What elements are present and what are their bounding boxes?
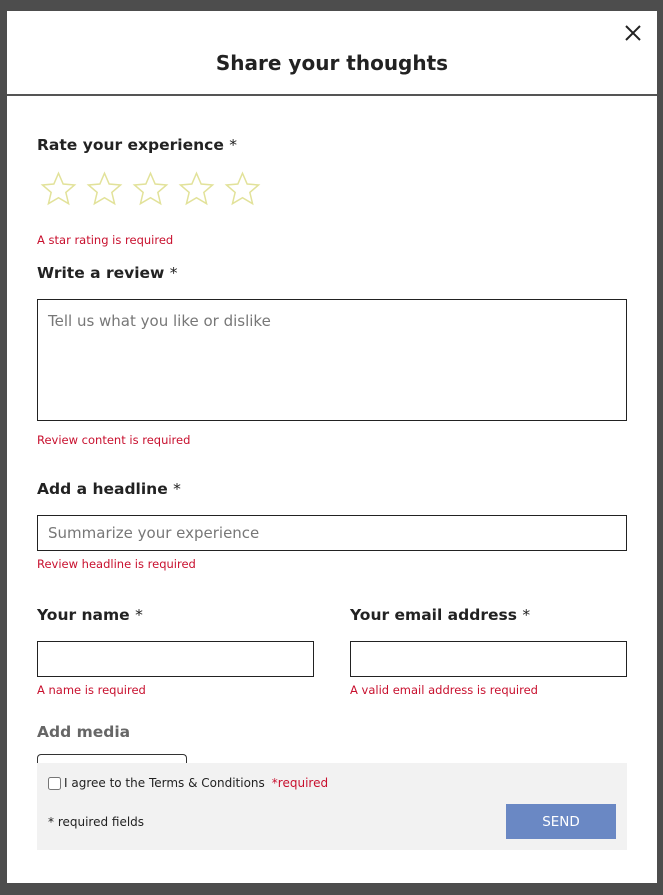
review-textarea[interactable]: [37, 299, 627, 421]
media-label: Add media: [37, 723, 131, 741]
review-modal: Share your thoughts Rate your experience…: [7, 11, 657, 883]
headline-error: Review headline is required: [37, 557, 196, 571]
rating-error: A star rating is required: [37, 233, 174, 247]
email-input[interactable]: [350, 641, 627, 677]
star-icon[interactable]: [40, 171, 77, 207]
email-label: Your email address *: [350, 606, 531, 624]
terms-required: *required: [271, 776, 329, 790]
review-error: Review content is required: [37, 433, 191, 447]
star-icon[interactable]: [132, 171, 169, 207]
close-icon[interactable]: [623, 23, 643, 43]
star-icon[interactable]: [178, 171, 215, 207]
required-note: * required fields: [48, 815, 145, 829]
modal-title: Share your thoughts: [215, 51, 449, 75]
star-rating[interactable]: [40, 171, 261, 207]
divider: [7, 94, 657, 96]
name-error: A name is required: [37, 683, 146, 697]
star-icon[interactable]: [224, 171, 261, 207]
terms-checkbox-label[interactable]: I agree to the Terms & Conditions *requi…: [48, 776, 328, 790]
review-label: Write a review *: [37, 264, 178, 282]
rating-label: Rate your experience *: [37, 136, 238, 154]
name-label: Your name *: [37, 606, 143, 624]
headline-label: Add a headline *: [37, 480, 181, 498]
star-icon[interactable]: [86, 171, 123, 207]
email-error: A valid email address is required: [350, 683, 538, 697]
terms-checkbox[interactable]: [48, 776, 61, 790]
name-input[interactable]: [37, 641, 314, 677]
form-footer: I agree to the Terms & Conditions *requi…: [37, 763, 627, 850]
send-button[interactable]: SEND: [506, 804, 616, 839]
headline-input[interactable]: [37, 515, 627, 551]
